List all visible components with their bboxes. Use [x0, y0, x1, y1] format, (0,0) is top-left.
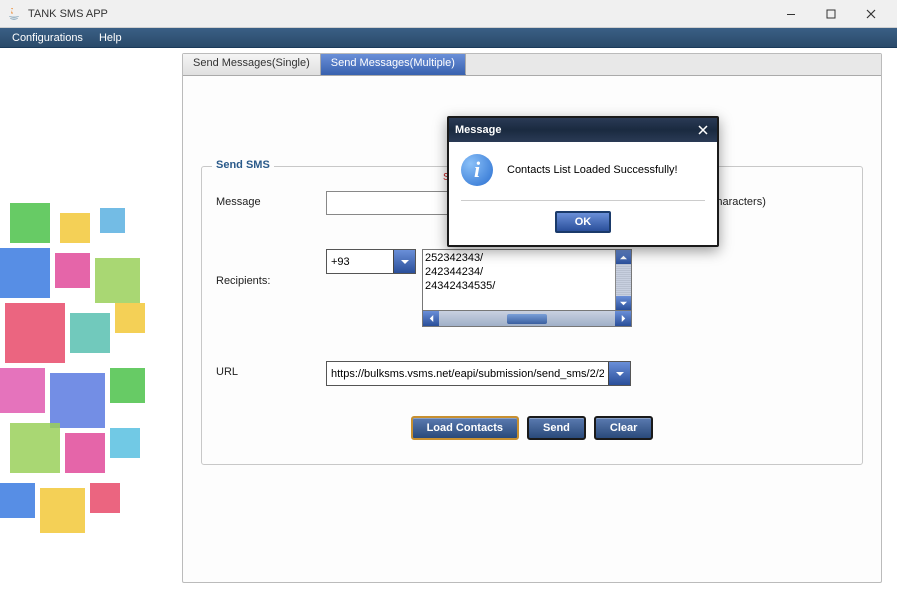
java-icon [6, 6, 22, 22]
country-code-combo[interactable] [326, 249, 416, 274]
dialog-titlebar[interactable]: Message [449, 118, 717, 142]
url-input[interactable] [327, 362, 608, 385]
scroll-down-button[interactable] [616, 296, 631, 310]
scroll-up-button[interactable] [616, 250, 631, 264]
dialog-title-text: Message [455, 124, 695, 136]
row-recipients: Recipients: [216, 249, 848, 327]
tab-send-multiple[interactable]: Send Messages(Multiple) [321, 54, 466, 75]
hscroll-track[interactable] [439, 311, 615, 326]
horizontal-scrollbar[interactable] [422, 311, 632, 327]
group-legend: Send SMS [212, 159, 274, 171]
list-item[interactable]: 252342343/ [425, 251, 613, 265]
send-button[interactable]: Send [527, 416, 586, 440]
scroll-right-button[interactable] [615, 311, 631, 326]
close-button[interactable] [851, 2, 891, 26]
info-icon: i [461, 154, 493, 186]
label-recipients: Recipients: [216, 249, 326, 287]
decorative-graphic [0, 203, 170, 543]
maximize-button[interactable] [811, 2, 851, 26]
scroll-track[interactable] [616, 264, 631, 296]
clear-button[interactable]: Clear [594, 416, 654, 440]
url-dropdown-button[interactable] [608, 362, 630, 385]
recipients-listbox[interactable]: 252342343/ 242344234/ 24342434535/ [422, 249, 632, 311]
tab-send-single[interactable]: Send Messages(Single) [183, 54, 321, 75]
vertical-scrollbar[interactable] [615, 250, 631, 310]
country-code-input[interactable] [327, 250, 393, 273]
load-contacts-button[interactable]: Load Contacts [411, 416, 519, 440]
tab-bar: Send Messages(Single) Send Messages(Mult… [183, 54, 881, 76]
dialog-body: i Contacts List Loaded Successfully! OK [449, 142, 717, 245]
desktop-pane: Send Messages(Single) Send Messages(Mult… [0, 48, 897, 597]
label-url: URL [216, 361, 326, 378]
dialog-message-text: Contacts List Loaded Successfully! [507, 164, 678, 176]
minimize-button[interactable] [771, 2, 811, 26]
window-controls [771, 2, 891, 26]
dialog-close-button[interactable] [695, 122, 711, 138]
list-item[interactable]: 242344234/ [425, 265, 613, 279]
menubar: Configurations Help [0, 28, 897, 48]
scroll-left-button[interactable] [423, 311, 439, 326]
window-title: TANK SMS APP [28, 8, 771, 20]
dialog-ok-button[interactable]: OK [555, 211, 612, 233]
hscroll-thumb[interactable] [507, 314, 547, 324]
url-combo[interactable] [326, 361, 631, 386]
list-item[interactable]: 24342434535/ [425, 279, 613, 293]
menu-configurations[interactable]: Configurations [4, 30, 91, 46]
label-message: Message [216, 191, 326, 208]
button-row: Load Contacts Send Clear [216, 416, 848, 440]
menu-help[interactable]: Help [91, 30, 130, 46]
message-dialog: Message i Contacts List Loaded Successfu… [447, 116, 719, 247]
country-code-dropdown-button[interactable] [393, 250, 415, 273]
dialog-separator [461, 200, 705, 201]
titlebar: TANK SMS APP [0, 0, 897, 28]
row-url: URL [216, 361, 848, 386]
